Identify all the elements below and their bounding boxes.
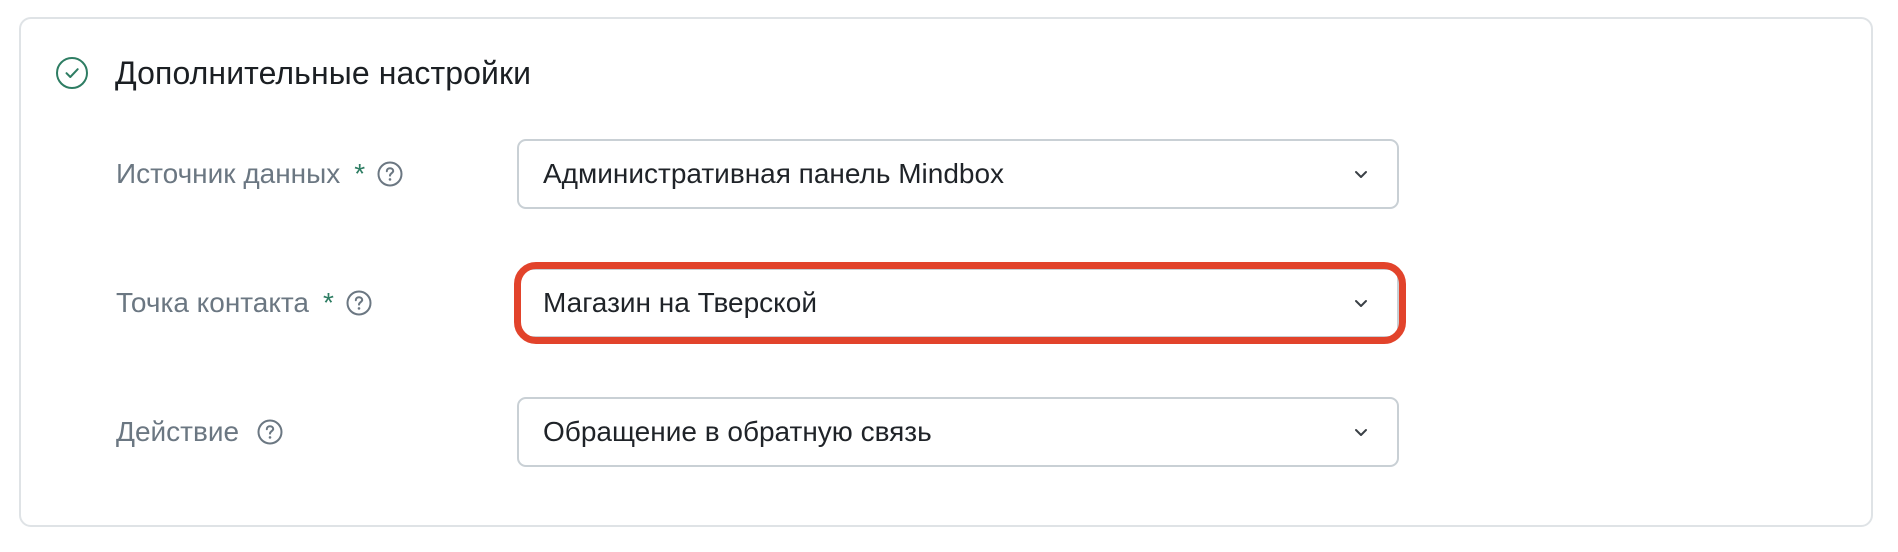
chevron-down-icon <box>1351 422 1371 442</box>
contact-point-value: Магазин на Тверской <box>543 287 817 318</box>
section-header: Дополнительные настройки <box>55 53 531 93</box>
required-mark: * <box>323 287 334 318</box>
field-label-group: Точка контакта * <box>116 268 372 338</box>
question-circle-icon[interactable] <box>346 290 372 316</box>
action-label: Действие <box>116 416 240 447</box>
check-circle-icon <box>55 56 89 90</box>
additional-settings-card: Дополнительные настройки Источник данных… <box>19 17 1873 527</box>
chevron-down-icon <box>1351 293 1371 313</box>
question-circle-icon[interactable] <box>377 161 403 187</box>
field-label-group: Источник данных * <box>116 139 403 209</box>
action-value: Обращение в обратную связь <box>543 416 932 447</box>
chevron-down-icon <box>1351 164 1371 184</box>
field-row-action: Действие Обращение в обратную связь <box>21 397 1871 467</box>
field-label-group: Действие <box>116 397 283 467</box>
action-select[interactable]: Обращение в обратную связь <box>517 397 1399 467</box>
data-source-label: Источник данных <box>116 158 341 189</box>
data-source-select[interactable]: Административная панель Mindbox <box>517 139 1399 209</box>
field-row-contact-point: Точка контакта * Магазин на Тверской <box>21 268 1871 338</box>
required-mark: * <box>354 158 366 189</box>
data-source-value: Административная панель Mindbox <box>543 158 1005 189</box>
field-row-data-source: Источник данных * Административная панел… <box>21 139 1871 209</box>
contact-point-label: Точка контакта <box>116 287 310 318</box>
contact-point-select[interactable]: Магазин на Тверской <box>517 268 1399 338</box>
question-circle-icon[interactable] <box>257 419 283 445</box>
section-title: Дополнительные настройки <box>115 54 532 91</box>
